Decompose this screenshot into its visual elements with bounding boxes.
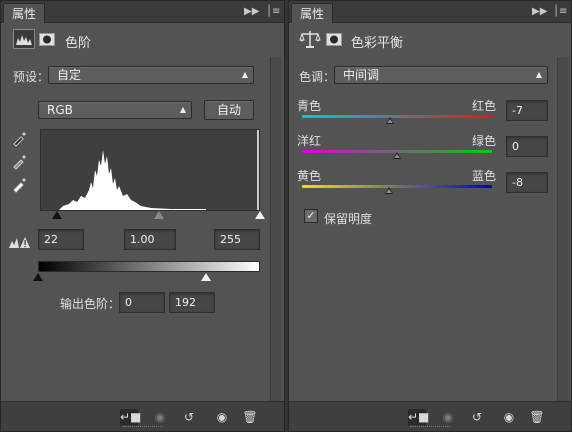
auto-button[interactable]: 自动	[204, 100, 254, 120]
clip-to-layer-icon[interactable]: ↵■	[120, 409, 141, 425]
cyan-red-value-field[interactable]: -7	[506, 100, 548, 121]
cyan-red-slider-thumb[interactable]	[386, 117, 395, 124]
panel-titlebar: 属性 ▶▶ │≡	[289, 1, 571, 23]
preset-label: 预设：	[13, 70, 50, 84]
input-white-point-slider[interactable]	[255, 211, 265, 219]
yellow-blue-slider-track[interactable]	[302, 185, 492, 188]
black-eyedropper-icon[interactable]	[11, 129, 29, 147]
panel-title: 色彩平衡	[351, 36, 404, 51]
input-black-point-slider[interactable]	[52, 211, 62, 219]
visibility-eye-icon[interactable]: ◉	[213, 409, 231, 425]
panel-titlebar: 属性 ▶▶ │≡	[1, 1, 284, 23]
output-black-field[interactable]: 0	[119, 292, 165, 313]
histogram	[40, 129, 260, 211]
yellow-blue-value-field[interactable]: -8	[506, 172, 548, 193]
channel-value: RGB	[47, 103, 73, 117]
resize-grip[interactable]	[122, 426, 163, 429]
delete-trash-icon[interactable]: 🗑	[241, 409, 259, 425]
panel-title: 色阶	[65, 36, 92, 51]
preserve-luminosity-checkbox[interactable]: ✓	[304, 209, 318, 223]
tone-value: 中间调	[343, 68, 380, 82]
clipping-warning-icon[interactable]	[8, 235, 32, 249]
output-gradient-bar	[38, 261, 260, 272]
white-eyedropper-icon[interactable]	[11, 175, 29, 193]
output-black-slider[interactable]	[33, 273, 43, 281]
color-balance-properties-panel: 属性 ▶▶ │≡ 色彩平衡 色调： 中间调 ▲ 青色 红色 -7 洋红 绿色 0…	[288, 0, 572, 432]
input-white-field[interactable]: 255	[214, 229, 260, 250]
tone-label: 色调：	[299, 70, 336, 84]
dropdown-arrow-icon: ▲	[179, 105, 186, 114]
resize-grip[interactable]	[410, 426, 450, 429]
levels-adjustment-icon	[13, 29, 35, 49]
yellow-blue-slider-thumb[interactable]	[385, 187, 394, 194]
channel-dropdown[interactable]: RGB ▲	[38, 101, 192, 119]
properties-tab[interactable]: 属性	[3, 3, 46, 23]
panel-footer: ↵■ ◉ ↺ ◉ 🗑	[289, 401, 571, 431]
view-previous-state-icon[interactable]: ◉	[151, 409, 169, 425]
panel-footer: ↵■ ◉ ↺ ◉ 🗑	[1, 401, 284, 431]
reset-icon[interactable]: ↺	[180, 409, 198, 425]
magenta-green-value-field[interactable]: 0	[506, 136, 548, 157]
output-levels-label: 输出色阶：	[60, 297, 121, 311]
tone-dropdown[interactable]: 中间调 ▲	[334, 66, 548, 84]
magenta-green-slider-thumb[interactable]	[393, 152, 401, 159]
panel-scrollbar[interactable]	[557, 57, 569, 403]
preset-dropdown[interactable]: 自定 ▲	[48, 66, 254, 84]
magenta-label: 洋红	[297, 134, 322, 148]
panel-menu-icon[interactable]: │≡	[266, 5, 280, 19]
layer-mask-icon	[39, 33, 55, 46]
view-previous-state-icon[interactable]: ◉	[439, 409, 457, 425]
reset-icon[interactable]: ↺	[468, 409, 486, 425]
cyan-label: 青色	[297, 99, 322, 113]
input-gamma-field[interactable]: 1.00	[124, 229, 176, 250]
red-label: 红色	[472, 99, 497, 113]
output-white-field[interactable]: 192	[169, 292, 215, 313]
dropdown-arrow-icon: ▲	[535, 70, 542, 79]
collapse-icon[interactable]: ▶▶	[244, 5, 259, 19]
cyan-red-slider-track[interactable]	[302, 115, 492, 118]
visibility-eye-icon[interactable]: ◉	[500, 409, 518, 425]
preserve-luminosity-label: 保留明度	[324, 212, 373, 226]
gray-eyedropper-icon[interactable]	[11, 152, 29, 170]
levels-header: 色阶	[1, 23, 284, 57]
green-label: 绿色	[472, 134, 497, 148]
delete-trash-icon[interactable]: 🗑	[528, 409, 546, 425]
output-white-slider[interactable]	[201, 273, 211, 281]
panel-scrollbar[interactable]	[270, 57, 282, 403]
histogram-graph	[59, 130, 259, 210]
layer-mask-icon	[326, 33, 342, 46]
input-gamma-slider[interactable]	[154, 211, 164, 219]
preset-value: 自定	[57, 68, 82, 82]
input-black-field[interactable]: 22	[38, 229, 84, 250]
collapse-icon[interactable]: ▶▶	[532, 5, 547, 19]
blue-label: 蓝色	[472, 169, 497, 183]
dropdown-arrow-icon: ▲	[241, 70, 248, 79]
clip-to-layer-icon[interactable]: ↵■	[408, 409, 429, 425]
color-balance-header: 色彩平衡	[289, 23, 571, 57]
balance-scale-icon	[299, 31, 321, 48]
yellow-label: 黄色	[297, 169, 322, 183]
levels-properties-panel: 属性 ▶▶ │≡ 色阶 预设： 自定 ▲ RGB ▲ 自动 22 1.00 25…	[0, 0, 285, 432]
panel-menu-icon[interactable]: │≡	[553, 5, 567, 19]
properties-tab[interactable]: 属性	[291, 3, 334, 23]
